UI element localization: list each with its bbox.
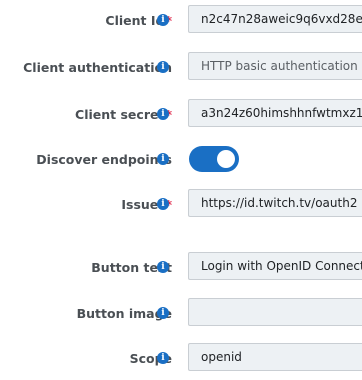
client-auth-select[interactable]: HTTP basic authentication (cli [188, 52, 362, 80]
info-icon[interactable]: i [157, 261, 169, 273]
toggle-knob [217, 150, 235, 168]
scope-input[interactable]: openid [188, 343, 362, 371]
button-text-input[interactable]: Login with OpenID Connect [188, 252, 362, 280]
info-icon[interactable]: i [157, 153, 169, 165]
client-id-row: Client Id* i n2c47n28aweic9q6vxd28eob8 [0, 5, 362, 35]
client-secret-label: Client secret [75, 106, 165, 122]
info-icon[interactable]: i [157, 352, 169, 364]
client-id-input[interactable]: n2c47n28aweic9q6vxd28eob8 [188, 5, 362, 33]
client-secret-input[interactable]: a3n24z60himshhnfwtmxz1joy [188, 99, 362, 127]
info-icon[interactable]: i [157, 14, 169, 26]
info-icon[interactable]: i [157, 108, 169, 120]
discover-endpoints-row: Discover endpoints i [0, 144, 362, 174]
info-icon[interactable]: i [157, 61, 169, 73]
scope-row: Scope i openid [0, 343, 362, 373]
info-icon[interactable]: i [157, 307, 169, 319]
button-image-row: Button image i [0, 298, 362, 328]
client-auth-label: Client authentication [23, 59, 172, 75]
button-image-input[interactable] [188, 298, 362, 326]
info-icon[interactable]: i [157, 198, 169, 210]
discover-label-wrap: Discover endpoints [36, 144, 172, 174]
issuer-input[interactable]: https://id.twitch.tv/oauth2 [188, 189, 362, 217]
discover-endpoints-toggle[interactable] [189, 146, 239, 172]
discover-endpoints-label: Discover endpoints [36, 151, 172, 167]
button-text-row: Button text i Login with OpenID Connect [0, 252, 362, 282]
openid-settings-form: Client Id* i n2c47n28aweic9q6vxd28eob8 C… [0, 0, 362, 380]
client-auth-row: Client authentication i HTTP basic authe… [0, 52, 362, 82]
client-secret-row: Client secret* i a3n24z60himshhnfwtmxz1j… [0, 99, 362, 129]
client-auth-label-wrap: Client authentication [23, 52, 172, 82]
client-id-label: Client Id [105, 12, 165, 28]
issuer-row: Issuer* i https://id.twitch.tv/oauth2 [0, 189, 362, 219]
